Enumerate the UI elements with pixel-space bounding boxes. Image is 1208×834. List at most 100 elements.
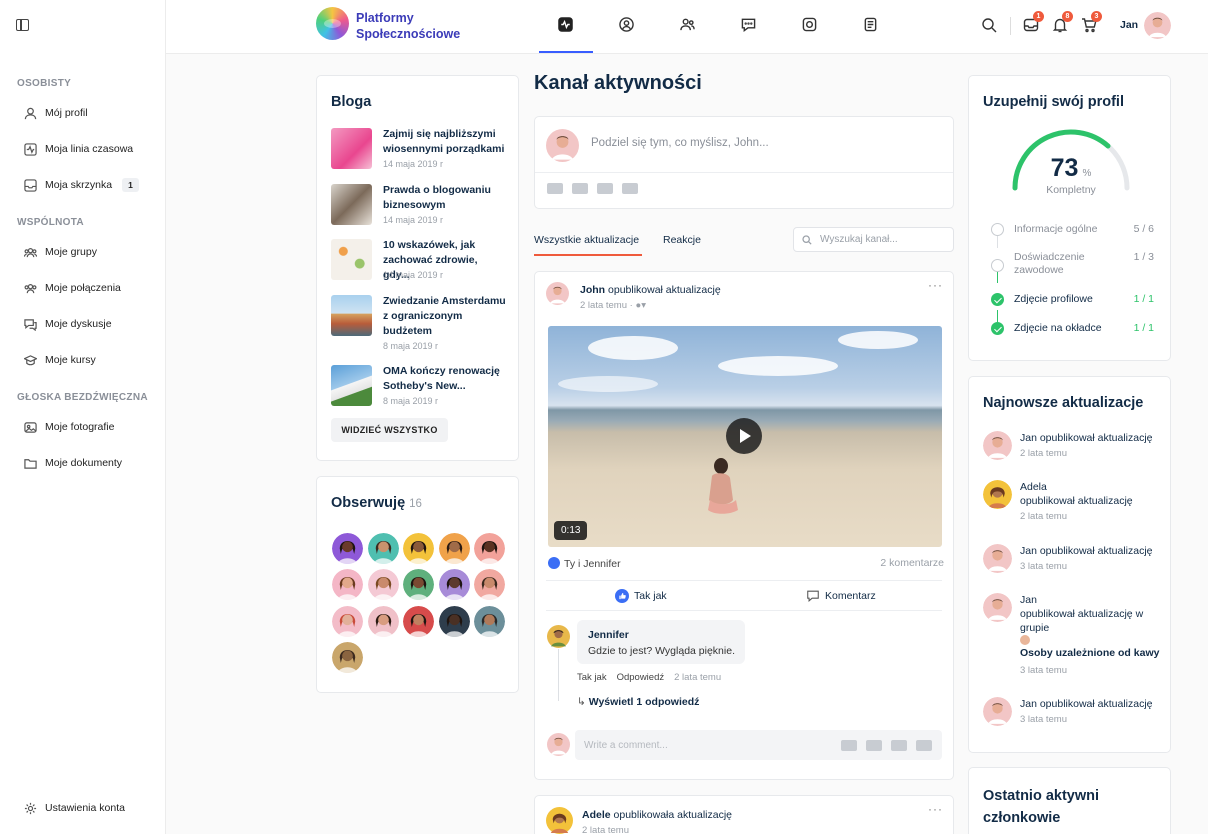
follower-avatar[interactable] <box>438 605 470 637</box>
brand-logo[interactable] <box>316 7 349 40</box>
thread-line <box>558 649 559 701</box>
top-header: Platformy Społecznościowe 1 8 3 Jan <box>166 0 1208 54</box>
post-menu-icon[interactable]: ··· <box>928 802 943 816</box>
step-status-icon <box>991 259 1004 272</box>
nav-profile-icon[interactable] <box>618 16 635 33</box>
follower-avatar[interactable] <box>403 533 434 564</box>
user-avatar[interactable] <box>1144 12 1171 39</box>
sidebar-item-label: Moja skrzynka <box>45 179 113 191</box>
tab-reactions[interactable]: Reakcje <box>663 234 701 246</box>
like-button[interactable]: Tak jak <box>615 589 667 603</box>
document-icon[interactable] <box>891 740 907 751</box>
video-icon[interactable] <box>866 740 882 751</box>
sidebar-item-account-settings[interactable]: Ustawienia konta <box>24 798 125 818</box>
follower-avatar[interactable] <box>367 605 399 637</box>
update-avatar <box>983 593 1012 622</box>
completion-label: Kompletny <box>1046 184 1096 196</box>
comment-count[interactable]: 2 komentarze <box>880 557 944 569</box>
nav-documents-icon[interactable] <box>862 16 879 33</box>
nav-activity-icon[interactable] <box>557 16 574 33</box>
follower-avatar[interactable] <box>332 605 363 637</box>
tab-active-underline <box>534 254 642 256</box>
sidebar-item-timeline[interactable]: Moja linia czasowa <box>24 139 133 159</box>
sidebar-item-courses[interactable]: Moje kursy <box>24 350 96 370</box>
view-replies-link[interactable]: ↳ Wyświetl 1 odpowiedź <box>577 696 699 708</box>
update-time: 3 lata temu <box>1020 561 1067 572</box>
follower-avatar[interactable] <box>403 569 434 601</box>
cart-icon[interactable]: 3 <box>1081 11 1102 33</box>
play-button[interactable] <box>726 418 762 454</box>
camera-icon[interactable] <box>547 183 563 194</box>
post-author-name[interactable]: Adele <box>582 809 611 821</box>
camera-icon[interactable] <box>841 740 857 751</box>
tab-all-updates[interactable]: Wszystkie aktualizacje <box>534 234 639 246</box>
post-author-name[interactable]: John <box>580 284 605 296</box>
comment-reply-link[interactable]: Odpowiedź <box>617 672 665 683</box>
nav-photos-icon[interactable] <box>801 16 818 33</box>
document-icon[interactable] <box>597 183 613 194</box>
user-name[interactable]: Jan <box>1120 19 1138 31</box>
comment-input[interactable]: Write a comment... <box>575 730 942 760</box>
blog-post-title: Zwiedzanie Amsterdamu z ograniczonym bud… <box>383 295 506 337</box>
post-time[interactable]: 2 lata temu <box>582 825 629 834</box>
see-all-button[interactable]: WIDZIEĆ WSZYSTKO <box>331 418 448 442</box>
gif-icon[interactable] <box>916 740 932 751</box>
sidebar-item-my-profile[interactable]: Mój profil <box>24 103 88 123</box>
post-action-text: opublikował aktualizację <box>608 284 721 296</box>
messages-icon[interactable]: 1 <box>1023 11 1044 33</box>
sidebar-item-connections[interactable]: Moje połączenia <box>24 278 121 298</box>
feed-tabs: Wszystkie aktualizacje Reakcje Wyszukaj … <box>534 226 954 256</box>
follower-avatar[interactable] <box>403 605 434 637</box>
sidebar-item-inbox[interactable]: Moja skrzynka 1 <box>24 175 139 195</box>
blog-post-item[interactable]: 10 wskazówek, jak zachować zdrowie, gdy.… <box>331 238 507 284</box>
gif-icon[interactable] <box>622 183 638 194</box>
comment-author-name[interactable]: Jennifer <box>588 629 629 641</box>
post-author-avatar[interactable] <box>546 282 569 305</box>
recently-active-title: Ostatnio aktywni członkowie <box>983 785 1099 829</box>
discussion-icon <box>24 318 37 331</box>
brand-name[interactable]: Platformy Społecznościowe <box>356 10 460 42</box>
blog-post-item[interactable]: Zajmij się najbliższymi wiosennymi porzą… <box>331 127 507 173</box>
comment-time: 2 lata temu <box>674 672 722 683</box>
feed-search-input[interactable]: Wyszukaj kanał... <box>793 227 954 252</box>
like-icon <box>615 589 629 603</box>
comment-like-link[interactable]: Tak jak <box>577 672 607 683</box>
blog-post-item[interactable]: Prawda o blogowaniu biznesowym 14 maja 2… <box>331 183 507 229</box>
update-group-link[interactable]: Osoby uzależnione od kawy <box>1020 647 1159 659</box>
follower-avatar[interactable] <box>474 533 505 564</box>
sidebar-item-photos[interactable]: Moje fotografie <box>24 417 114 437</box>
nav-members-icon[interactable] <box>679 16 696 33</box>
sidebar-item-documents[interactable]: Moje dokumenty <box>24 453 122 473</box>
reaction-names[interactable]: Ty i Jennifer <box>564 558 621 570</box>
follower-avatar[interactable] <box>332 569 363 601</box>
follower-avatar[interactable] <box>332 533 363 564</box>
sidebar-item-groups[interactable]: Moje grupy <box>24 242 97 262</box>
cloud <box>558 376 658 392</box>
post-time-text[interactable]: 2 lata temu <box>580 300 627 311</box>
post-video[interactable]: 0:13 <box>548 326 942 547</box>
post-author-avatar[interactable] <box>546 807 573 834</box>
follower-avatar[interactable] <box>474 569 505 601</box>
globe-icon[interactable]: ●▾ <box>635 300 646 311</box>
groups-icon <box>24 246 37 259</box>
follower-avatar[interactable] <box>367 533 399 564</box>
follower-avatar[interactable] <box>332 641 363 673</box>
comment-button[interactable]: Komentarz <box>806 589 876 603</box>
post-menu-icon[interactable]: ··· <box>928 278 943 292</box>
follower-avatar[interactable] <box>367 569 399 601</box>
section-title-community: WSPÓLNOTA <box>17 217 84 228</box>
video-icon[interactable] <box>572 183 588 194</box>
sidebar-item-discussions[interactable]: Moje dyskusje <box>24 314 112 334</box>
composer-input[interactable]: Podziel się tym, co myślisz, John... <box>591 137 769 149</box>
search-icon[interactable] <box>981 17 997 33</box>
nav-forums-icon[interactable] <box>740 16 757 33</box>
follower-avatar[interactable] <box>438 569 470 601</box>
follower-avatar[interactable] <box>438 533 470 564</box>
blog-post-item[interactable]: OMA kończy renowację Sotheby's New... 8 … <box>331 364 507 410</box>
bell-icon[interactable]: 8 <box>1052 11 1073 33</box>
comment-author-avatar[interactable] <box>547 625 570 648</box>
sidebar-toggle-icon[interactable] <box>16 19 29 31</box>
comment-text: Gdzie to jest? Wygląda pięknie. <box>588 645 735 657</box>
follower-avatar[interactable] <box>474 605 505 637</box>
blog-post-item[interactable]: Zwiedzanie Amsterdamu z ograniczonym bud… <box>331 294 507 351</box>
